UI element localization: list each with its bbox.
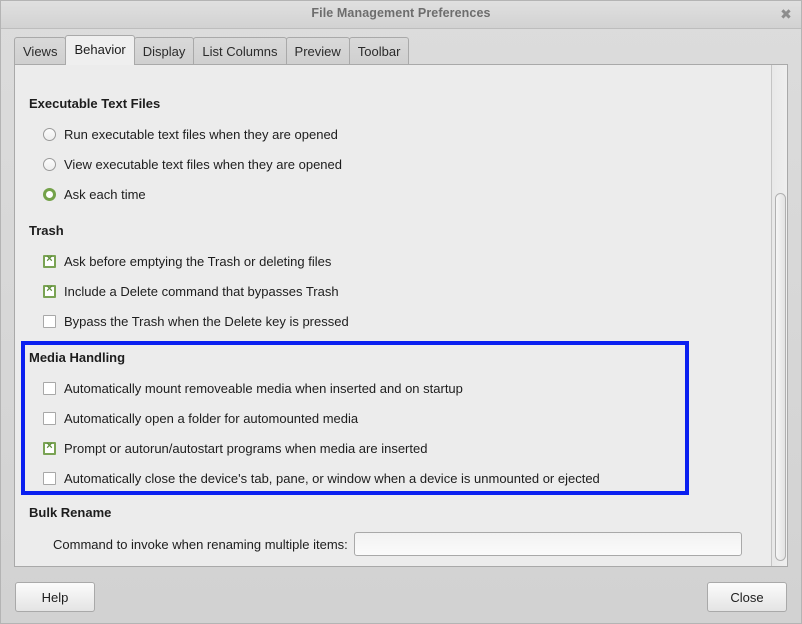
option-label: Automatically mount removeable media whe… — [64, 380, 463, 396]
option-label: Include a Delete command that bypasses T… — [64, 283, 339, 299]
option-prompt-autorun[interactable]: Prompt or autorun/autostart programs whe… — [43, 436, 600, 460]
preferences-window: File Management Preferences ✖ Views Behav… — [0, 0, 802, 624]
option-label: Ask before emptying the Trash or deletin… — [64, 253, 332, 269]
option-ask-before-emptying[interactable]: Ask before emptying the Trash or deletin… — [43, 249, 349, 273]
window-title: File Management Preferences — [311, 6, 491, 20]
option-label: Ask each time — [64, 186, 146, 202]
checkbox-include-delete-command[interactable] — [43, 283, 56, 298]
option-run-executable[interactable]: Run executable text files when they are … — [43, 122, 342, 146]
bulk-rename-command-row: Command to invoke when renaming multiple… — [29, 532, 742, 556]
tab-views[interactable]: Views — [14, 37, 67, 65]
tab-bar: Views Behavior Display List Columns Preview T… — [1, 35, 801, 65]
option-label: View executable text files when they are… — [64, 156, 342, 172]
option-include-delete-command[interactable]: Include a Delete command that bypasses T… — [43, 279, 349, 303]
checkbox-auto-open-folder[interactable] — [43, 411, 56, 425]
checkbox-ask-before-emptying[interactable] — [43, 253, 56, 268]
radio-ask-each-time[interactable] — [43, 187, 56, 201]
section-trash: Trash — [29, 223, 64, 238]
section-media-handling: Media Handling — [29, 350, 125, 365]
option-label: Run executable text files when they are … — [64, 126, 338, 142]
option-auto-mount[interactable]: Automatically mount removeable media whe… — [43, 376, 600, 400]
executable-options-group: Run executable text files when they are … — [43, 122, 342, 206]
checkbox-auto-close-device-tab[interactable] — [43, 471, 56, 485]
trash-options-group: Ask before emptying the Trash or deletin… — [43, 249, 349, 333]
option-ask-each-time[interactable]: Ask each time — [43, 182, 342, 206]
option-auto-open-folder[interactable]: Automatically open a folder for automoun… — [43, 406, 600, 430]
media-options-group: Automatically mount removeable media whe… — [43, 376, 600, 490]
close-icon[interactable]: ✖ — [777, 6, 795, 24]
option-label: Automatically open a folder for automoun… — [64, 410, 359, 426]
option-label: Bypass the Trash when the Delete key is … — [64, 313, 349, 329]
section-title-executable: Executable Text Files — [29, 96, 161, 111]
tab-behavior[interactable]: Behavior — [65, 35, 135, 65]
option-view-executable[interactable]: View executable text files when they are… — [43, 152, 342, 176]
tab-list-columns[interactable]: List Columns — [193, 37, 287, 65]
section-bulk-rename: Bulk Rename Command to invoke when renam… — [29, 505, 742, 556]
tab-toolbar[interactable]: Toolbar — [348, 37, 410, 65]
close-button[interactable]: Close — [707, 582, 787, 612]
bulk-rename-command-input[interactable] — [353, 532, 742, 556]
help-button[interactable]: Help — [15, 582, 95, 612]
section-title-trash: Trash — [29, 223, 64, 238]
dialog-footer: Help Close — [1, 573, 801, 623]
tab-display[interactable]: Display — [133, 37, 195, 65]
section-title-bulk-rename: Bulk Rename — [29, 505, 112, 520]
section-executable-text-files: Executable Text Files — [29, 96, 160, 111]
option-label: Automatically close the device's tab, pa… — [64, 470, 600, 486]
option-auto-close-device-tab[interactable]: Automatically close the device's tab, pa… — [43, 466, 600, 490]
option-bypass-trash[interactable]: Bypass the Trash when the Delete key is … — [43, 309, 349, 333]
section-title-media-handling: Media Handling — [29, 350, 126, 365]
behavior-panel-scroll-content: Executable Text Files Run executable tex… — [15, 65, 770, 566]
radio-view-executable[interactable] — [43, 157, 56, 171]
bulk-rename-command-label: Command to invoke when renaming multiple… — [53, 536, 348, 552]
option-label: Prompt or autorun/autostart programs whe… — [64, 440, 428, 456]
checkbox-auto-mount[interactable] — [43, 381, 56, 395]
checkbox-bypass-trash[interactable] — [43, 314, 56, 328]
checkbox-prompt-autorun[interactable] — [43, 440, 56, 455]
behavior-panel: Executable Text Files Run executable tex… — [14, 64, 788, 567]
radio-run-executable[interactable] — [43, 127, 56, 141]
scrollbar-thumb[interactable] — [775, 193, 786, 561]
vertical-scrollbar[interactable] — [771, 65, 787, 566]
tab-preview[interactable]: Preview — [285, 37, 350, 65]
title-bar: File Management Preferences ✖ — [1, 1, 801, 29]
